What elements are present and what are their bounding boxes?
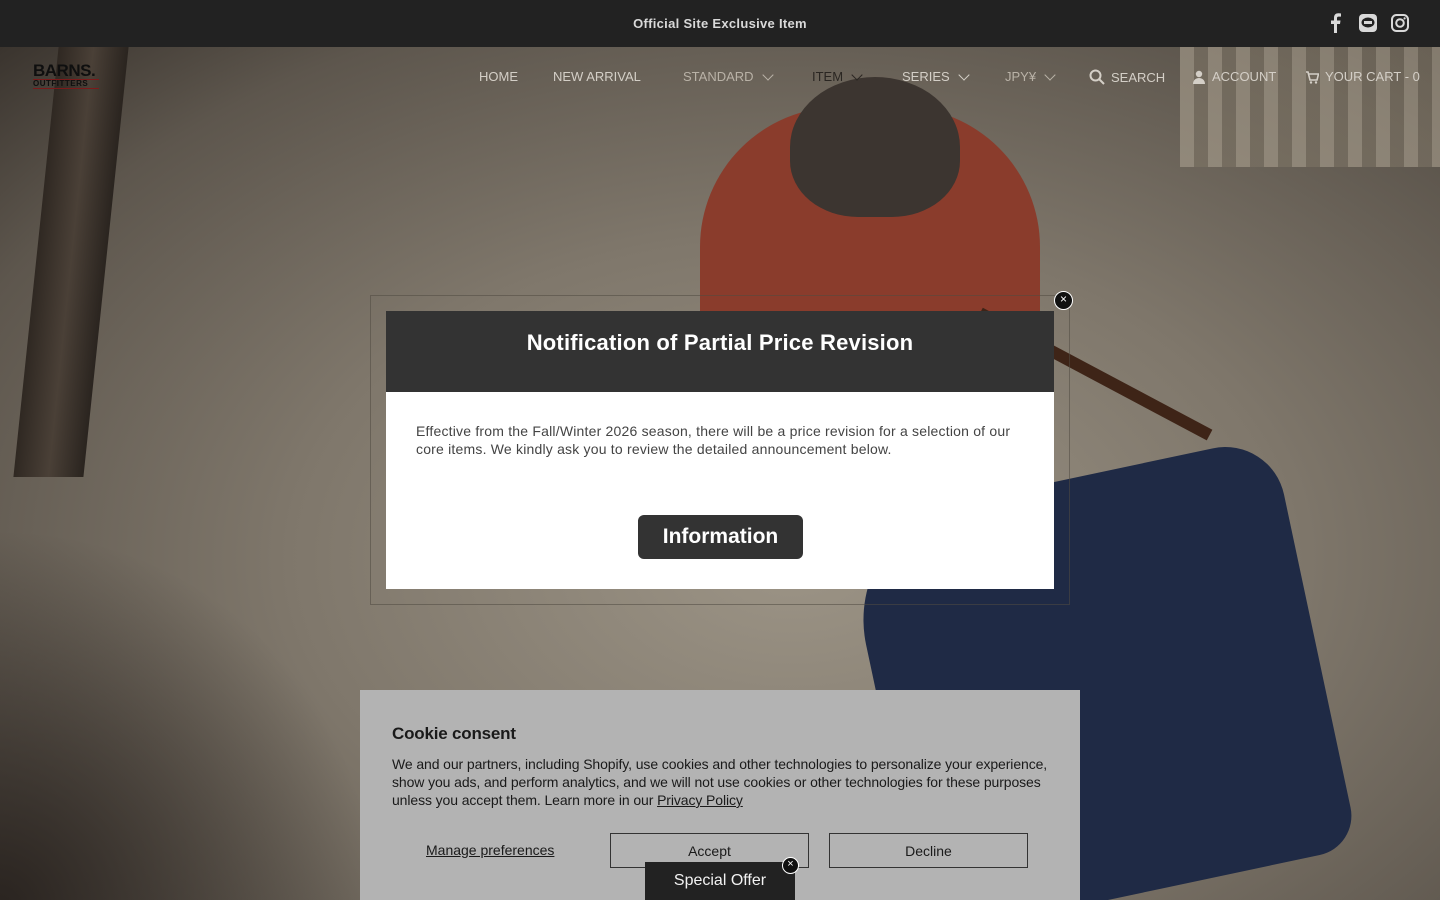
- cookie-text: We and our partners, including Shopify, …: [392, 755, 1052, 809]
- announcement-bar: Official Site Exclusive Item: [0, 0, 1440, 47]
- user-icon: [1193, 70, 1205, 84]
- nav-cart[interactable]: YOUR CART - 0: [1305, 69, 1420, 84]
- cart-icon: [1306, 70, 1319, 84]
- nav-home-label: HOME: [479, 69, 518, 84]
- hero-shadow: [0, 527, 380, 900]
- nav-cart-label: YOUR CART - 0: [1325, 69, 1420, 84]
- modal-header: Notification of Partial Price Revision: [386, 311, 1054, 392]
- modal-body: Effective from the Fall/Winter 2026 seas…: [416, 423, 1011, 457]
- modal-title: Notification of Partial Price Revision: [526, 329, 914, 355]
- nav-search-label: SEARCH: [1111, 69, 1166, 85]
- hero-pillar: [13, 47, 129, 477]
- chevron-down-icon: [958, 68, 970, 81]
- chevron-down-icon: [761, 68, 774, 81]
- nav-series[interactable]: SERIES: [902, 68, 970, 84]
- decline-button[interactable]: Decline: [829, 833, 1028, 868]
- chevron-down-icon: [1044, 68, 1056, 81]
- close-icon[interactable]: ×: [782, 857, 799, 874]
- instagram-icon[interactable]: [1390, 12, 1410, 34]
- nav-search[interactable]: SEARCH: [1089, 69, 1165, 85]
- privacy-policy-link[interactable]: Privacy Policy: [657, 792, 743, 808]
- search-icon: [1089, 69, 1105, 85]
- currency-label: JPY¥: [1005, 69, 1037, 84]
- special-offer-tab[interactable]: Special Offer: [645, 862, 795, 900]
- nav-new-arrival[interactable]: NEW ARRIVAL: [553, 69, 641, 84]
- hero-model-head: [790, 77, 960, 217]
- currency-selector[interactable]: JPY¥: [1005, 68, 1056, 84]
- nav-account[interactable]: ACCOUNT: [1192, 69, 1276, 84]
- nav-new-arrival-label: NEW ARRIVAL: [553, 69, 641, 84]
- price-revision-modal: Notification of Partial Price Revision E…: [386, 311, 1054, 589]
- hero-fence: [1180, 47, 1440, 167]
- nav-standard[interactable]: STANDARD: [683, 68, 774, 84]
- information-button[interactable]: Information: [638, 515, 803, 559]
- manage-preferences-link[interactable]: Manage preferences: [426, 842, 554, 858]
- nav-account-label: ACCOUNT: [1212, 69, 1277, 84]
- social-links: [1326, 12, 1410, 34]
- nav-standard-label: STANDARD: [683, 69, 754, 84]
- nav-item-label: ITEM: [812, 69, 844, 84]
- facebook-icon[interactable]: [1326, 12, 1346, 34]
- nav-series-label: SERIES: [902, 69, 950, 84]
- nav-home[interactable]: HOME: [479, 69, 518, 84]
- announcement-text: Official Site Exclusive Item: [633, 16, 807, 31]
- nav-item[interactable]: ITEM: [812, 68, 863, 84]
- close-icon[interactable]: ×: [1054, 291, 1073, 310]
- cookie-title: Cookie consent: [392, 724, 516, 743]
- chevron-down-icon: [851, 68, 863, 81]
- line-icon[interactable]: [1358, 12, 1378, 34]
- main-nav: HOME NEW ARRIVAL STANDARD ITEM SERIES JP…: [0, 68, 1440, 89]
